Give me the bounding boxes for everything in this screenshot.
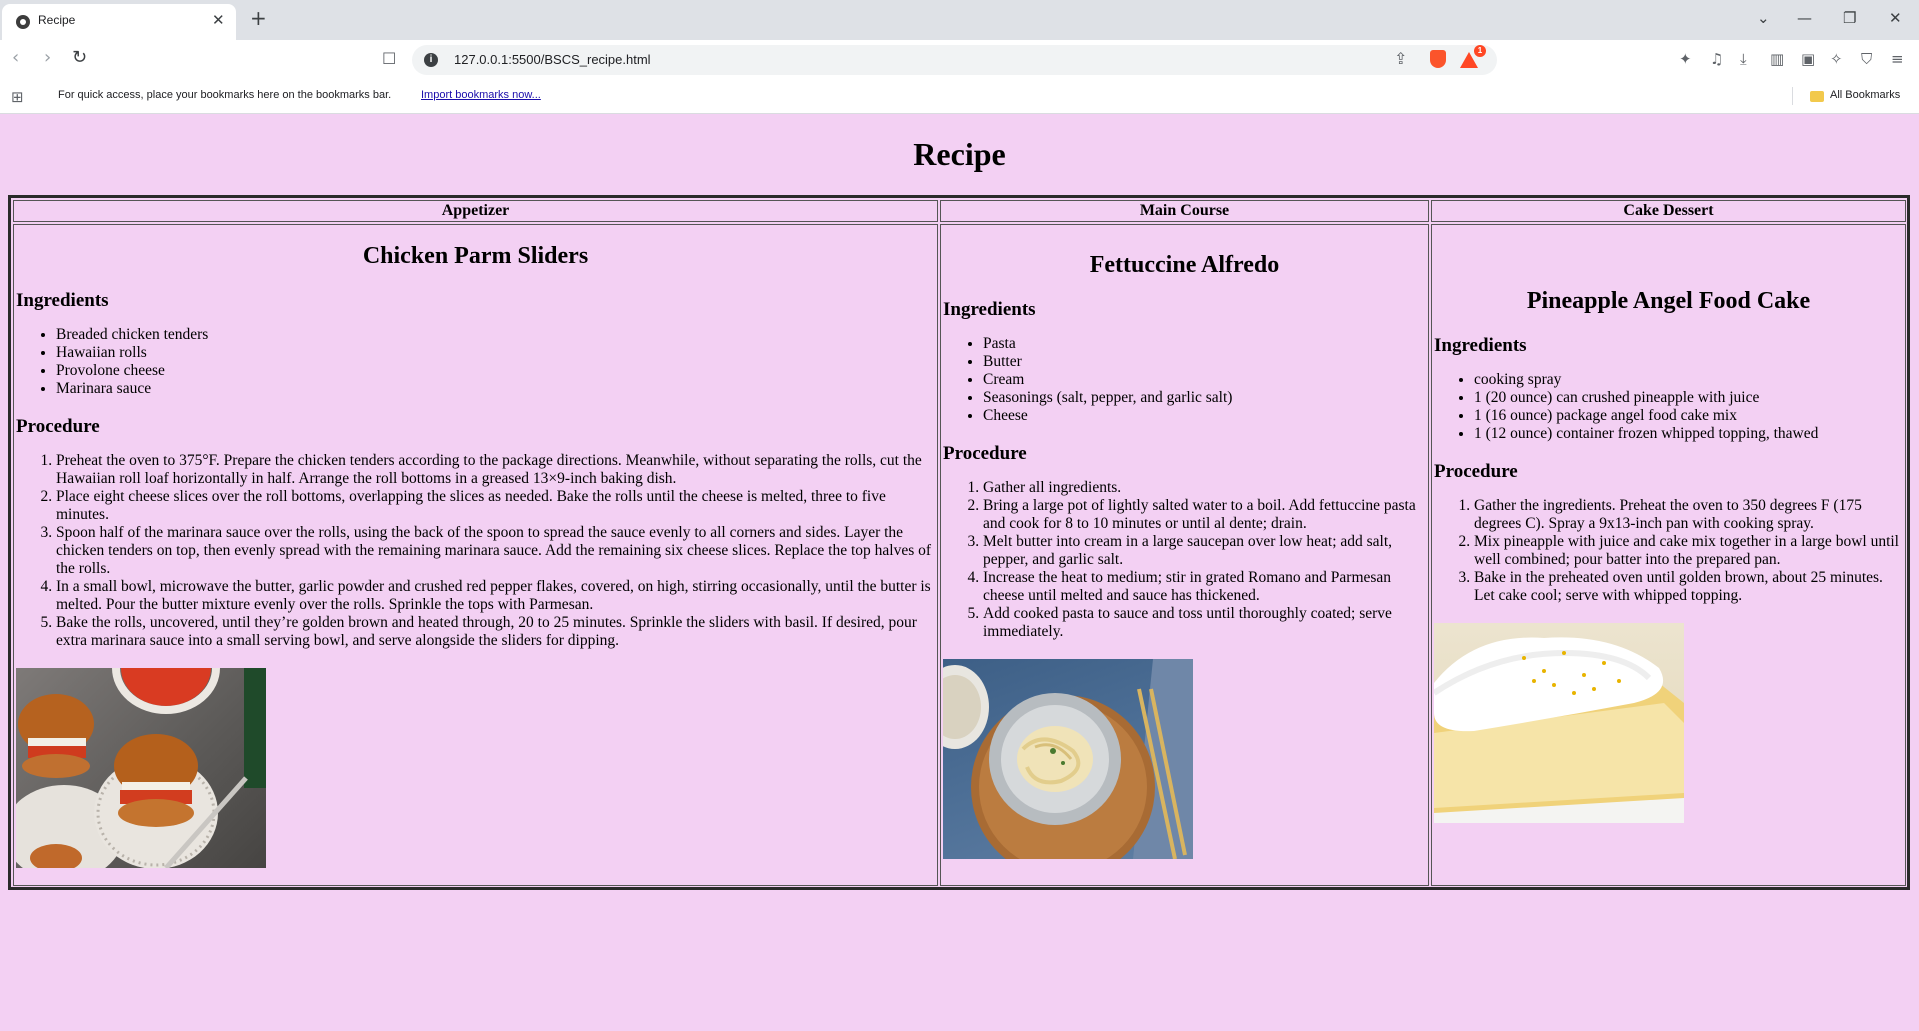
list-item: Preheat the oven to 375°F. Prepare the c… [56, 452, 935, 488]
procedure-heading: Procedure [16, 415, 100, 437]
list-item: Add cooked pasta to sauce and toss until… [983, 605, 1426, 641]
ingredients-list: Breaded chicken tenders Hawaiian rolls P… [16, 326, 935, 398]
sidebar-icon[interactable]: ▥ [1770, 50, 1784, 68]
header-main-course: Main Course [940, 200, 1429, 222]
ingredients-heading: Ingredients [943, 298, 1036, 320]
tab-strip: Recipe ✕ + ⌄ — ❐ ✕ [0, 0, 1919, 40]
leo-ai-icon[interactable]: ✧ [1830, 50, 1843, 68]
page-content: Recipe Appetizer Main Course Cake Desser… [0, 114, 1919, 1031]
list-item: Breaded chicken tenders [56, 326, 935, 344]
share-icon[interactable]: ⇪ [1394, 49, 1407, 68]
new-tab-icon[interactable]: + [250, 6, 267, 30]
address-bar[interactable]: ☐ i 127.0.0.1:5500/BSCS_recipe.html ⇪ 1 [382, 45, 1497, 75]
procedure-list: Gather all ingredients. Bring a large po… [943, 479, 1426, 641]
main-course-cell: Fettuccine Alfredo Ingredients Pasta But… [940, 224, 1429, 886]
apps-grid-icon[interactable]: ⊞ [11, 88, 24, 106]
bookmarks-hint: For quick access, place your bookmarks h… [58, 89, 392, 101]
list-item: Melt butter into cream in a large saucep… [983, 533, 1426, 569]
list-item: Seasonings (salt, pepper, and garlic sal… [983, 389, 1426, 407]
import-bookmarks-link[interactable]: Import bookmarks now... [421, 89, 541, 101]
list-item: 1 (16 ounce) package angel food cake mix [1474, 407, 1903, 425]
dish-title-main-course: Fettuccine Alfredo [1089, 251, 1280, 278]
close-tab-icon[interactable]: ✕ [212, 11, 225, 29]
globe-icon [16, 15, 30, 29]
brave-shields-icon[interactable] [1430, 50, 1446, 68]
list-item: Bake the rolls, uncovered, until they’re… [56, 614, 935, 650]
bookmarks-divider [1792, 87, 1793, 105]
header-cake-dessert: Cake Dessert [1431, 200, 1906, 222]
close-window-icon[interactable]: ✕ [1889, 9, 1902, 27]
list-item: Hawaiian rolls [56, 344, 935, 362]
list-item: Marinara sauce [56, 380, 935, 398]
list-item: In a small bowl, microwave the butter, g… [56, 578, 935, 614]
header-appetizer: Appetizer [13, 200, 938, 222]
list-item: Gather the ingredients. Preheat the oven… [1474, 497, 1903, 533]
procedure-list: Preheat the oven to 375°F. Prepare the c… [16, 452, 935, 650]
list-item: Place eight cheese slices over the roll … [56, 488, 935, 524]
ingredients-list: Pasta Butter Cream Seasonings (salt, pep… [943, 335, 1426, 425]
list-item: Bake in the preheated oven until golden … [1474, 569, 1903, 605]
appetizer-cell: Chicken Parm Sliders Ingredients Breaded… [13, 224, 938, 886]
browser-toolbar: ‹ › ↻ ☐ i 127.0.0.1:5500/BSCS_recipe.htm… [0, 40, 1919, 80]
ingredients-heading: Ingredients [16, 289, 109, 311]
sliders-photo [16, 667, 266, 868]
page-title: Recipe [913, 136, 1006, 172]
list-item: 1 (12 ounce) container frozen whipped to… [1474, 425, 1903, 443]
cake-dessert-cell: Pineapple Angel Food Cake Ingredients co… [1431, 224, 1906, 886]
downloads-icon[interactable]: ⤓ [1740, 50, 1747, 68]
tab-title: Recipe [38, 13, 76, 27]
list-item: Bring a large pot of lightly salted wate… [983, 497, 1426, 533]
list-item: Butter [983, 353, 1426, 371]
minimize-icon[interactable]: — [1797, 9, 1812, 27]
list-item: cooking spray [1474, 371, 1903, 389]
extensions-icon[interactable]: ✦ [1679, 50, 1692, 68]
list-item: Gather all ingredients. [983, 479, 1426, 497]
vpn-icon[interactable]: ⛉ [1861, 50, 1872, 68]
procedure-heading: Procedure [1434, 460, 1518, 482]
alfredo-photo [943, 658, 1193, 859]
wallet-icon[interactable]: ▣ [1801, 50, 1815, 68]
dish-title-cake-dessert: Pineapple Angel Food Cake [1526, 287, 1811, 314]
all-bookmarks-button[interactable]: All Bookmarks [1830, 89, 1900, 101]
list-item: Increase the heat to medium; stir in gra… [983, 569, 1426, 605]
site-info-icon[interactable]: i [424, 53, 438, 67]
cake-photo [1434, 622, 1684, 823]
ingredients-list: cooking spray 1 (20 ounce) can crushed p… [1434, 371, 1903, 443]
list-item: 1 (20 ounce) can crushed pineapple with … [1474, 389, 1903, 407]
folder-icon [1810, 91, 1824, 102]
tab-search-icon[interactable]: ⌄ [1757, 9, 1770, 27]
list-item: Cream [983, 371, 1426, 389]
forward-icon[interactable]: › [44, 47, 51, 68]
url-text[interactable]: 127.0.0.1:5500/BSCS_recipe.html [454, 52, 651, 67]
recipe-table: Appetizer Main Course Cake Dessert Chick… [8, 195, 1910, 890]
rewards-badge: 1 [1474, 45, 1486, 57]
bookmark-icon[interactable]: ☐ [382, 49, 396, 68]
list-item: Spoon half of the marinara sauce over th… [56, 524, 935, 578]
list-item: Provolone cheese [56, 362, 935, 380]
bookmarks-bar: ⊞ For quick access, place your bookmarks… [0, 80, 1919, 114]
procedure-list: Gather the ingredients. Preheat the oven… [1434, 497, 1903, 605]
list-item: Pasta [983, 335, 1426, 353]
media-icon[interactable]: ♫ [1710, 50, 1723, 68]
list-item: Mix pineapple with juice and cake mix to… [1474, 533, 1903, 569]
back-icon[interactable]: ‹ [12, 47, 19, 68]
reload-icon[interactable]: ↻ [72, 47, 87, 68]
menu-icon[interactable]: ≡ [1891, 50, 1904, 68]
tab-recipe[interactable]: Recipe ✕ [2, 4, 236, 40]
restore-icon[interactable]: ❐ [1843, 9, 1856, 27]
dish-title-appetizer: Chicken Parm Sliders [362, 242, 589, 269]
list-item: Cheese [983, 407, 1426, 425]
ingredients-heading: Ingredients [1434, 334, 1527, 356]
procedure-heading: Procedure [943, 442, 1027, 464]
